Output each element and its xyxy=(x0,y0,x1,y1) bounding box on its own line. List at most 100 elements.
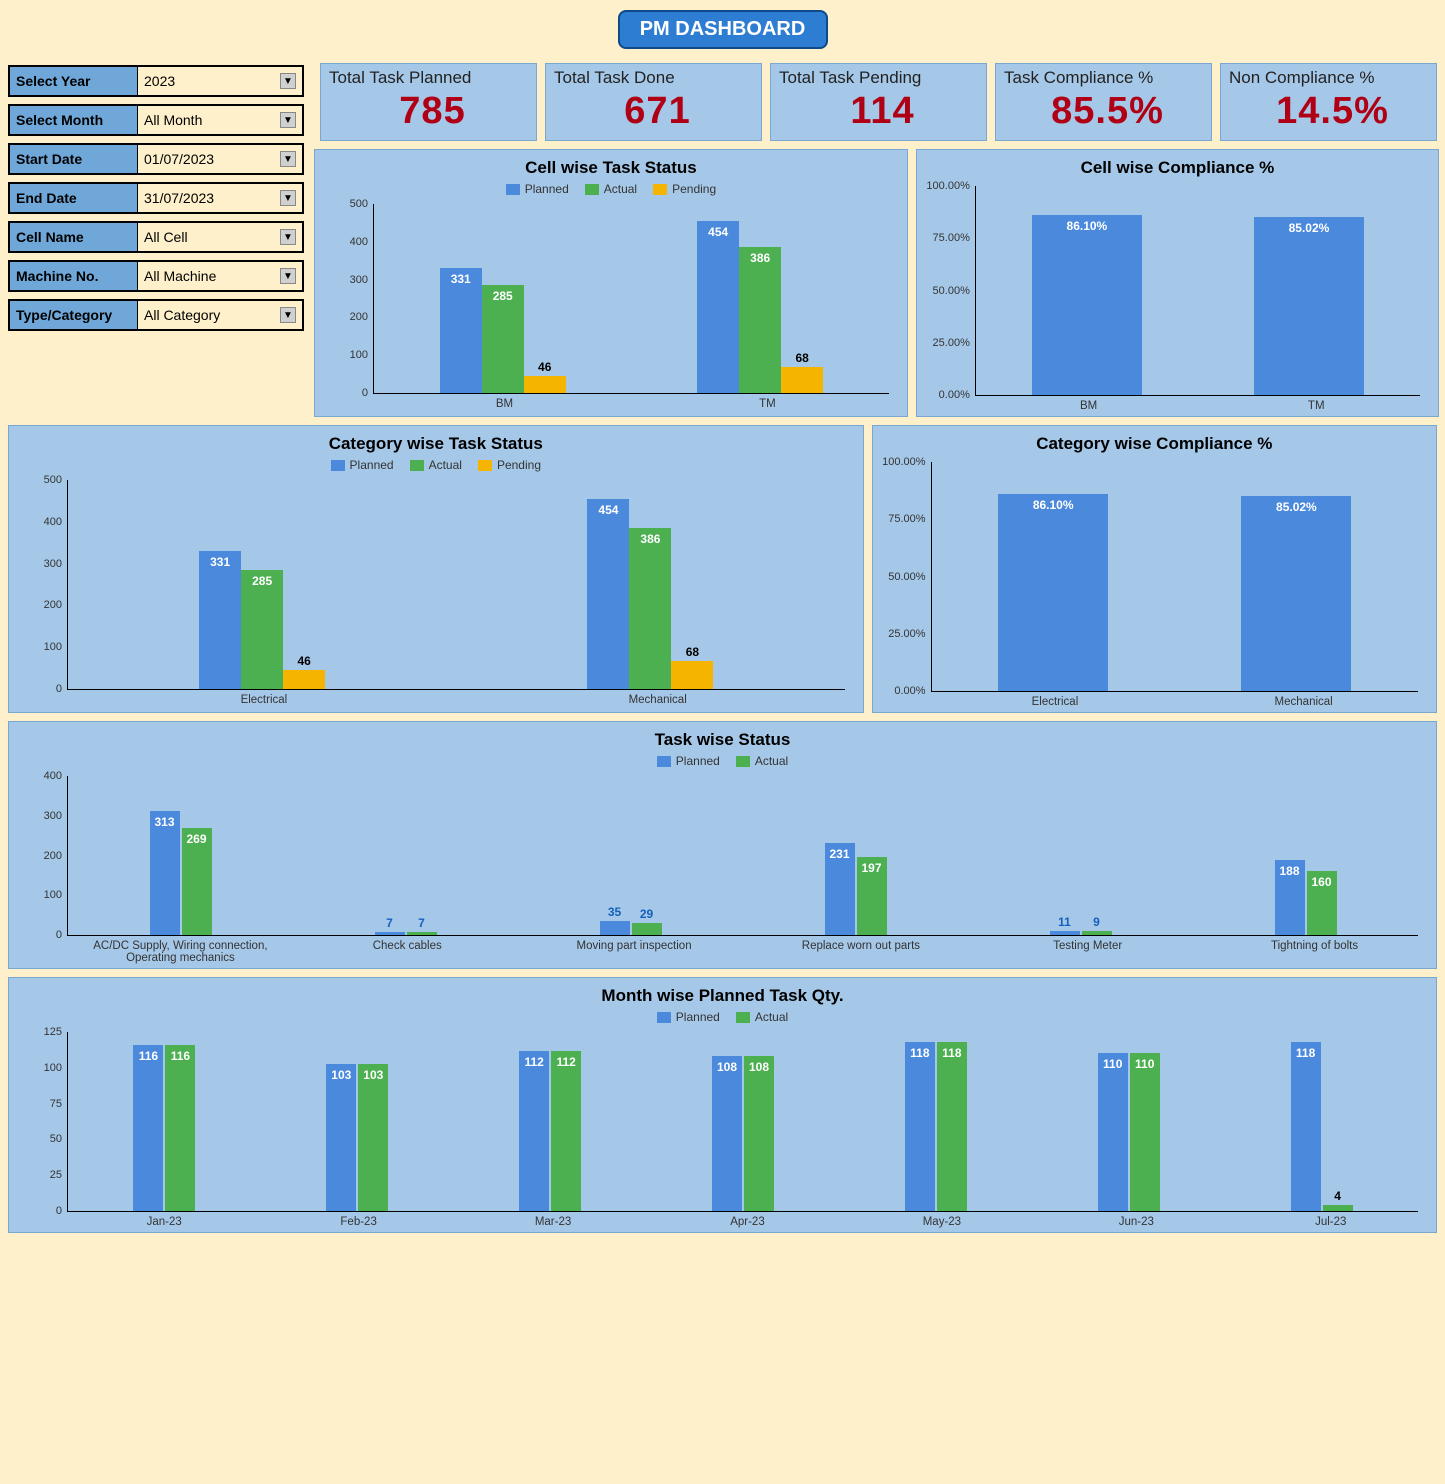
filter-year-label: Select Year xyxy=(10,67,138,95)
x-axis-label: May-23 xyxy=(845,1216,1039,1228)
bar: 11 xyxy=(1050,931,1080,935)
kpi-planned-value: 785 xyxy=(329,90,536,133)
bar: 29 xyxy=(632,923,662,935)
filter-cell-dropdown[interactable]: All Cell▼ xyxy=(138,223,302,251)
chart-title: Month wise Planned Task Qty. xyxy=(17,986,1428,1006)
bar: 68 xyxy=(781,367,823,393)
bar: 35 xyxy=(600,921,630,935)
bar: 454 xyxy=(697,221,739,393)
bar: 160 xyxy=(1307,871,1337,935)
kpi-noncompliance-value: 14.5% xyxy=(1229,90,1436,133)
bar: 9 xyxy=(1082,931,1112,935)
chart-title: Category wise Compliance % xyxy=(881,434,1428,454)
x-axis-label: TM xyxy=(1202,400,1430,412)
filter-cell: Cell Name All Cell▼ xyxy=(8,221,304,253)
filter-end-date: End Date 31/07/2023▼ xyxy=(8,182,304,214)
bar: 85.02% xyxy=(1254,217,1364,395)
filter-end-label: End Date xyxy=(10,184,138,212)
x-axis-label: Testing Meter xyxy=(974,940,1201,964)
bar: 118 xyxy=(937,1042,967,1211)
filter-start-dropdown[interactable]: 01/07/2023▼ xyxy=(138,145,302,173)
bar: 112 xyxy=(551,1051,581,1211)
chevron-down-icon: ▼ xyxy=(280,73,296,89)
x-axis-label: Electrical xyxy=(67,694,461,706)
chevron-down-icon: ▼ xyxy=(280,229,296,245)
bar: 46 xyxy=(524,376,566,393)
filter-end-dropdown[interactable]: 31/07/2023▼ xyxy=(138,184,302,212)
filter-machine-dropdown[interactable]: All Machine▼ xyxy=(138,262,302,290)
kpi-planned: Total Task Planned 785 xyxy=(320,63,537,141)
chart-cell-compliance: Cell wise Compliance % 0.00%25.00%50.00%… xyxy=(916,149,1439,417)
kpi-done-value: 671 xyxy=(554,90,761,133)
bar: 197 xyxy=(857,857,887,935)
x-axis-label: AC/DC Supply, Wiring connection, Operati… xyxy=(67,940,294,964)
x-axis-label: Mechanical xyxy=(461,694,855,706)
filter-category: Type/Category All Category▼ xyxy=(8,299,304,331)
bar: 285 xyxy=(241,570,283,689)
filter-month-label: Select Month xyxy=(10,106,138,134)
chart-task-status: Task wise Status Planned Actual 01002003… xyxy=(8,721,1437,969)
chart-legend: Planned Actual Pending xyxy=(17,458,855,472)
filter-month-dropdown[interactable]: All Month▼ xyxy=(138,106,302,134)
x-axis-label: Jan-23 xyxy=(67,1216,261,1228)
chevron-down-icon: ▼ xyxy=(280,151,296,167)
x-axis-label: Feb-23 xyxy=(261,1216,455,1228)
bar: 118 xyxy=(905,1042,935,1211)
chart-title: Cell wise Compliance % xyxy=(925,158,1430,178)
bar: 46 xyxy=(283,670,325,689)
filter-year-dropdown[interactable]: 2023▼ xyxy=(138,67,302,95)
x-axis-label: BM xyxy=(975,400,1203,412)
chart-month-status: Month wise Planned Task Qty. Planned Act… xyxy=(8,977,1437,1233)
bar: 108 xyxy=(744,1056,774,1211)
kpi-compliance-value: 85.5% xyxy=(1004,90,1211,133)
kpi-noncompliance: Non Compliance % 14.5% xyxy=(1220,63,1437,141)
bar: 112 xyxy=(519,1051,549,1211)
chevron-down-icon: ▼ xyxy=(280,190,296,206)
kpi-strip: Total Task Planned 785 Total Task Done 6… xyxy=(314,59,1439,141)
page-title: PM DASHBOARD xyxy=(618,10,828,49)
x-axis-label: Electrical xyxy=(931,696,1180,708)
bar: 86.10% xyxy=(1032,215,1142,395)
kpi-pending-label: Total Task Pending xyxy=(779,68,986,88)
bar: 103 xyxy=(326,1064,356,1211)
chart-cell-status: Cell wise Task Status Planned Actual Pen… xyxy=(314,149,908,417)
bar: 7 xyxy=(407,932,437,935)
filter-machine: Machine No. All Machine▼ xyxy=(8,260,304,292)
chart-legend: Planned Actual xyxy=(17,754,1428,768)
filter-start-label: Start Date xyxy=(10,145,138,173)
kpi-planned-label: Total Task Planned xyxy=(329,68,536,88)
filter-machine-label: Machine No. xyxy=(10,262,138,290)
x-axis-label: BM xyxy=(373,398,636,410)
bar: 108 xyxy=(712,1056,742,1211)
filter-cell-label: Cell Name xyxy=(10,223,138,251)
x-axis-label: Mechanical xyxy=(1179,696,1428,708)
bar: 85.02% xyxy=(1241,496,1351,691)
bar: 285 xyxy=(482,285,524,393)
x-axis-label: Check cables xyxy=(294,940,521,964)
x-axis-label: Replace worn out parts xyxy=(747,940,974,964)
chart-title: Category wise Task Status xyxy=(17,434,855,454)
x-axis-label: Apr-23 xyxy=(650,1216,844,1228)
x-axis-label: Mar-23 xyxy=(456,1216,650,1228)
bar: 116 xyxy=(133,1045,163,1211)
x-axis-label: Moving part inspection xyxy=(521,940,748,964)
chevron-down-icon: ▼ xyxy=(280,307,296,323)
x-axis-label: TM xyxy=(636,398,899,410)
bar: 103 xyxy=(358,1064,388,1211)
filter-month: Select Month All Month▼ xyxy=(8,104,304,136)
bar: 386 xyxy=(629,528,671,689)
chart-legend: Planned Actual Pending xyxy=(323,182,899,196)
bar: 188 xyxy=(1275,860,1305,935)
kpi-done-label: Total Task Done xyxy=(554,68,761,88)
bar: 116 xyxy=(165,1045,195,1211)
kpi-pending-value: 114 xyxy=(779,90,986,133)
kpi-done: Total Task Done 671 xyxy=(545,63,762,141)
bar: 110 xyxy=(1098,1053,1128,1211)
bar: 118 xyxy=(1291,1042,1321,1211)
bar: 269 xyxy=(182,828,212,935)
filter-category-dropdown[interactable]: All Category▼ xyxy=(138,301,302,329)
kpi-compliance: Task Compliance % 85.5% xyxy=(995,63,1212,141)
chart-legend: Planned Actual xyxy=(17,1010,1428,1024)
chart-category-status: Category wise Task Status Planned Actual… xyxy=(8,425,864,713)
x-axis-label: Tightning of bolts xyxy=(1201,940,1428,964)
